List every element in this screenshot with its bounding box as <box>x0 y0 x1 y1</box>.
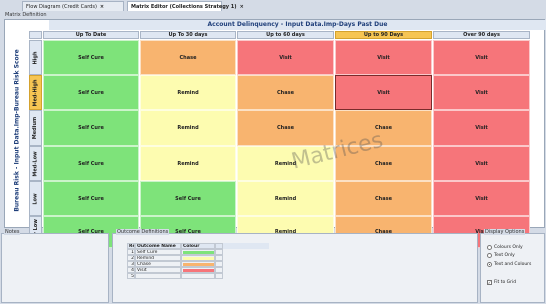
outcome-cell <box>215 273 223 279</box>
radio-button[interactable] <box>487 245 492 250</box>
display-option-label: Text Only <box>494 253 515 258</box>
matrix-grid: Account Delinquency - Input Data.Imp-Day… <box>4 19 546 248</box>
display-option-label: Text and Colours <box>494 262 532 267</box>
display-options-pane <box>480 233 545 303</box>
row-header[interactable]: Med-Low <box>29 146 42 181</box>
row-header-label: High <box>32 50 39 65</box>
row-header[interactable]: High <box>29 40 42 75</box>
fit-to-grid-checkbox[interactable]: ✓ Fit to Grid <box>487 280 516 285</box>
row-header[interactable]: Medium <box>29 110 42 146</box>
column-header[interactable]: Over 90 days <box>433 31 530 39</box>
matrix-cell[interactable]: Chase <box>335 181 432 216</box>
matrix-cell[interactable]: Self Cure <box>140 181 236 216</box>
matrix-cell[interactable]: Chase <box>237 75 334 110</box>
column-header[interactable]: Up to 60 days <box>237 31 334 39</box>
tab-label: Matrix Editor (Collections Strategy 1) <box>131 4 237 10</box>
matrix-corner <box>29 31 42 39</box>
side-title: Bureau Risk - Input Data.Imp-Bureau Risk… <box>11 34 24 226</box>
display-option[interactable]: Colours Only <box>487 245 523 250</box>
matrix-cell[interactable]: Self Cure <box>43 181 139 216</box>
close-icon[interactable]: × <box>240 4 244 10</box>
matrix-cell[interactable]: Remind <box>140 110 236 146</box>
close-icon[interactable]: × <box>100 4 104 10</box>
row-header[interactable]: Med-High <box>29 75 42 110</box>
radio-button[interactable] <box>487 253 492 258</box>
display-option-label: Colours Only <box>494 245 523 250</box>
matrix-cell[interactable]: Self Cure <box>43 40 139 75</box>
column-header[interactable]: Up To Date <box>43 31 139 39</box>
matrix-cell[interactable]: Visit <box>433 110 530 146</box>
matrix-cell[interactable]: Visit <box>335 75 432 110</box>
display-option[interactable]: Text Only <box>487 253 515 258</box>
matrix-cell[interactable]: Visit <box>433 181 530 216</box>
matrix-cell[interactable]: Visit <box>433 75 530 110</box>
matrix-cell[interactable]: Remind <box>140 146 236 181</box>
column-header[interactable]: Up to 90 Days <box>335 31 432 39</box>
tab-bar: Flow Diagram (Credit Cards) × Matrix Edit… <box>0 0 546 11</box>
radio-button[interactable] <box>487 262 492 267</box>
notes-pane[interactable] <box>1 233 109 303</box>
checkbox[interactable]: ✓ <box>487 280 492 285</box>
row-header-label: Low <box>32 192 39 205</box>
row-header-label: Medium <box>32 116 39 140</box>
matrix-cell[interactable]: Self Cure <box>43 75 139 110</box>
notes-label: Notes <box>4 229 21 235</box>
row-header[interactable]: Low <box>29 181 42 216</box>
row-header-label: Med-Low <box>32 150 39 177</box>
matrix-cell[interactable]: Visit <box>237 40 334 75</box>
matrix-cell[interactable]: Visit <box>433 40 530 75</box>
fit-to-grid-label: Fit to Grid <box>494 280 517 285</box>
display-option[interactable]: Text and Colours <box>487 262 531 267</box>
column-header[interactable]: Up To 30 days <box>140 31 236 39</box>
matrix-cell[interactable]: Visit <box>433 146 530 181</box>
matrix-cell[interactable]: Visit <box>335 40 432 75</box>
tab-matrix-editor[interactable]: Matrix Editor (Collections Strategy 1) × <box>127 1 244 11</box>
outcome-row[interactable]: 5 <box>127 273 269 279</box>
display-options-label: Display Options <box>484 229 526 235</box>
outcome-cell <box>135 273 181 279</box>
matrix-cell[interactable]: Self Cure <box>43 110 139 146</box>
outcome-cell: 5 <box>127 273 135 279</box>
tab-flow-diagram[interactable]: Flow Diagram (Credit Cards) × <box>22 1 124 11</box>
outcome-cell <box>181 273 215 279</box>
matrix-cell[interactable]: Chase <box>140 40 236 75</box>
side-title-label: Bureau Risk - Input Data.Imp-Bureau Risk… <box>14 48 22 212</box>
matrix-cell[interactable]: Remind <box>237 181 334 216</box>
row-header-label: Med-High <box>32 78 39 107</box>
matrix-cell[interactable]: Remind <box>140 75 236 110</box>
matrix-cell[interactable]: Chase <box>237 110 334 146</box>
matrix-cell[interactable]: Self Cure <box>43 146 139 181</box>
matrix-header: Account Delinquency - Input Data.Imp-Day… <box>49 20 546 30</box>
tab-label: Flow Diagram (Credit Cards) <box>26 4 97 10</box>
outcomes-label: Outcome Definitions <box>116 229 170 235</box>
